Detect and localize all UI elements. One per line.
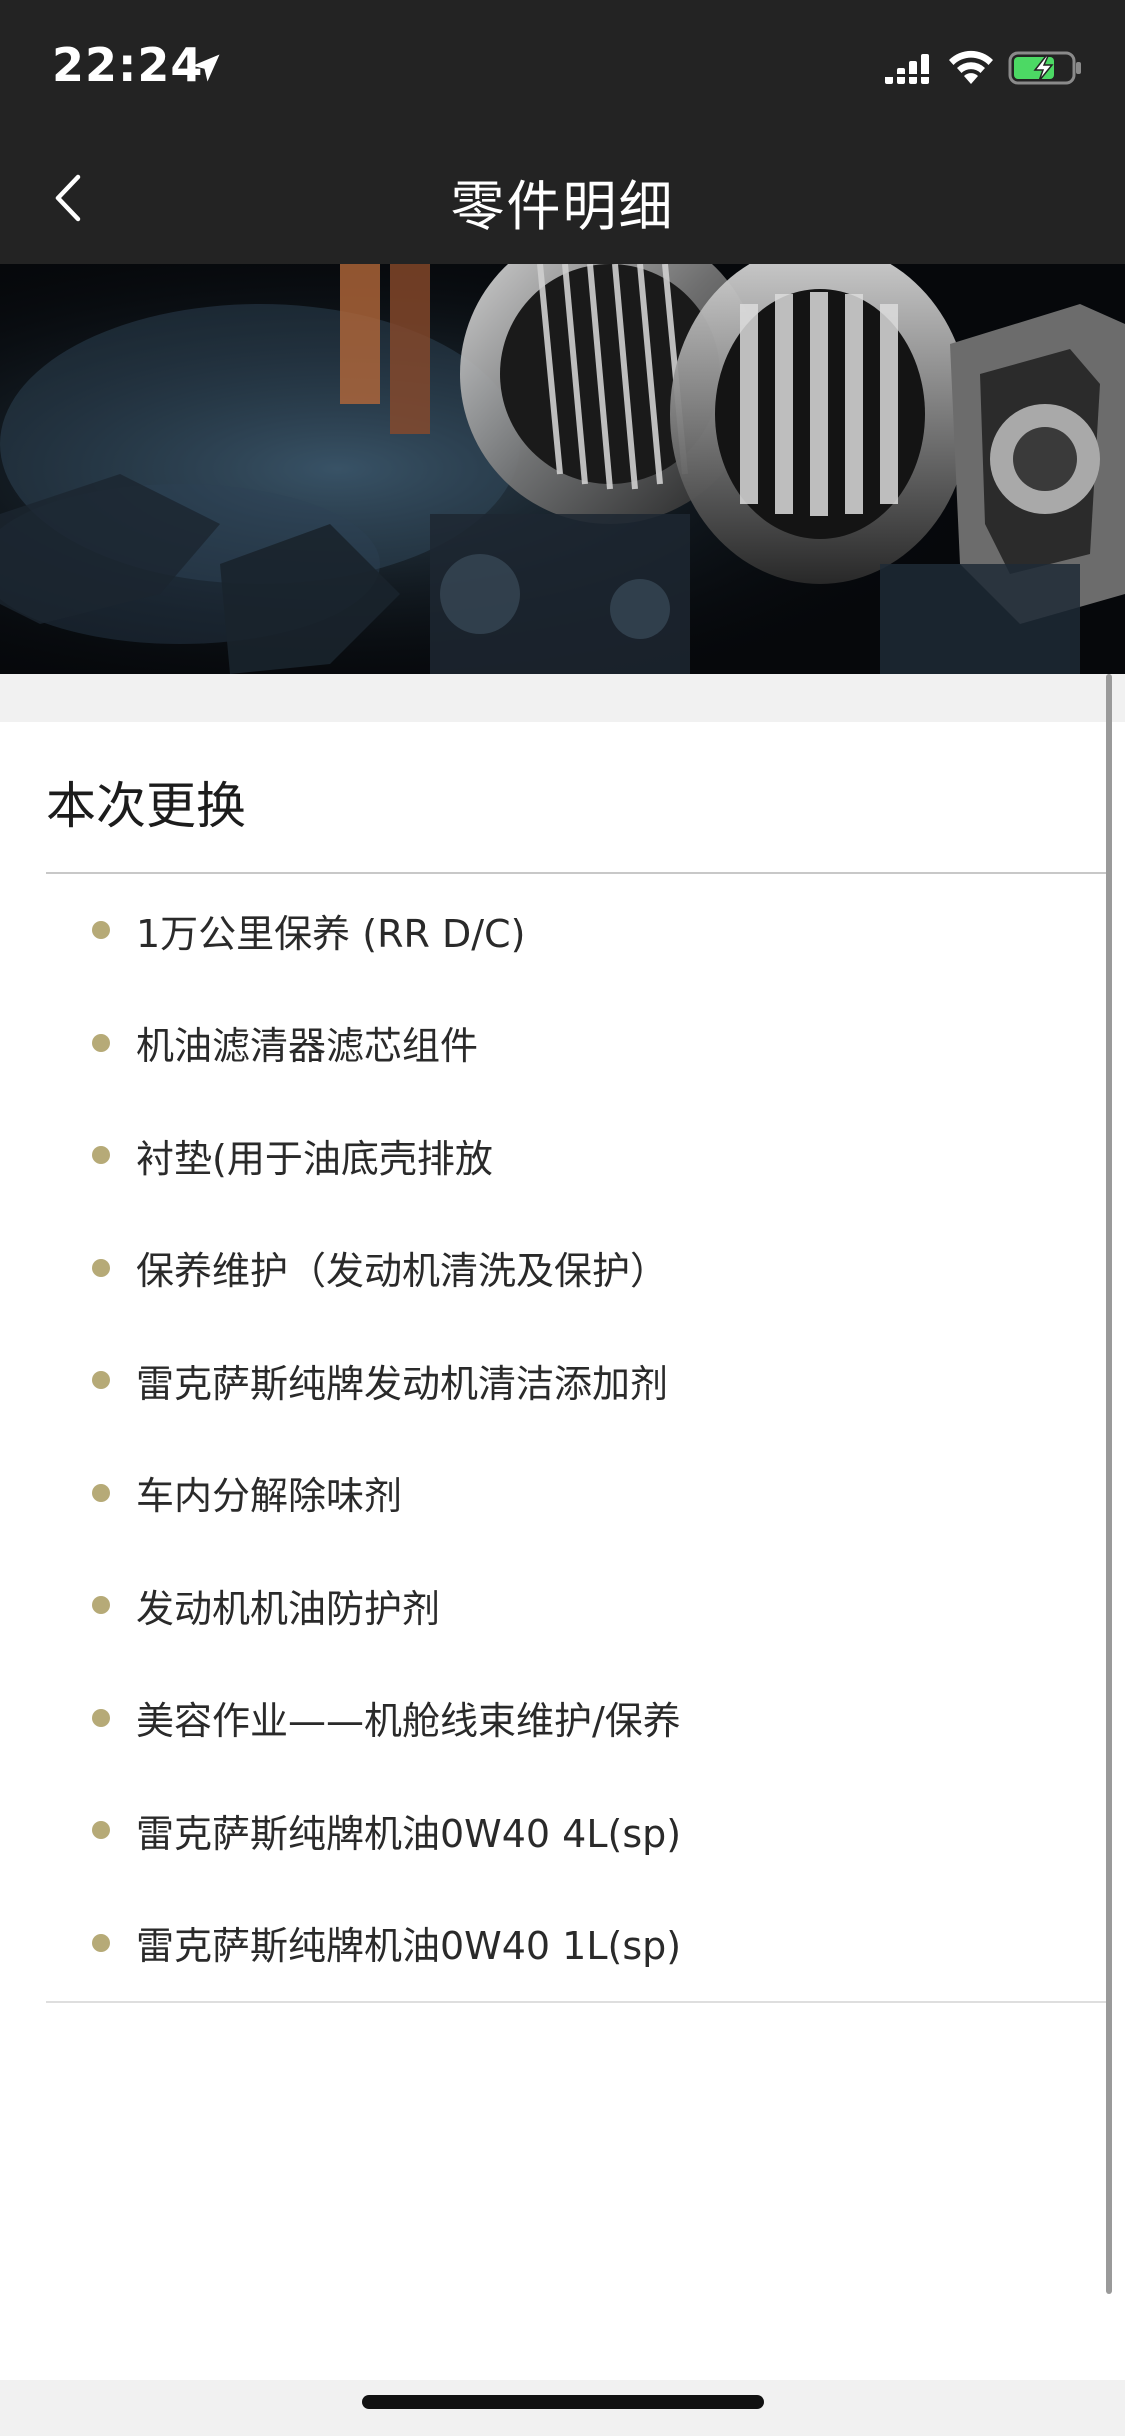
list-item: 车内分解除味剂 — [46, 1437, 1108, 1550]
part-name: 雷克萨斯纯牌机油0W40 4L(sp) — [136, 1811, 682, 1856]
part-name: 美容作业——机舱线束维护/保养 — [136, 1699, 681, 1744]
bullet-dot — [92, 1821, 110, 1840]
list-item: 保养维护（发动机清洗及保护） — [46, 1212, 1108, 1325]
part-name: 发动机机油防护剂 — [136, 1586, 441, 1631]
list-item: 发动机机油防护剂 — [46, 1549, 1108, 1662]
part-name: 衬垫(用于油底壳排放 — [136, 1136, 493, 1181]
bullet-dot — [92, 921, 110, 940]
location-arrow-icon — [192, 54, 220, 82]
hero-image — [0, 264, 1125, 674]
battery-charging-icon — [1008, 51, 1081, 85]
list-item: 1万公里保养 (RR D/C) — [46, 874, 1108, 987]
bullet-dot — [92, 1033, 110, 1052]
home-indicator[interactable] — [362, 2395, 764, 2409]
list-item: 衬垫(用于油底壳排放 — [46, 1099, 1108, 1212]
bullet-dot — [92, 1708, 110, 1727]
list-item: 雷克萨斯纯牌发动机清洁添加剂 — [46, 1324, 1108, 1437]
screen: 22:24 零件明细 本次更换 1万公里保养 (RR D/C) 机油滤清器滤芯组… — [0, 0, 1125, 2436]
section-title: 本次更换 — [46, 777, 246, 835]
part-name: 雷克萨斯纯牌机油0W40 1L(sp) — [136, 1924, 682, 1969]
scrollbar[interactable] — [1106, 674, 1112, 2294]
part-name: 机油滤清器滤芯组件 — [136, 1024, 479, 1069]
cellular-signal-icon — [885, 54, 929, 84]
list-item: 雷克萨斯纯牌机油0W40 4L(sp) — [46, 1774, 1108, 1887]
parts-card: 本次更换 1万公里保养 (RR D/C) 机油滤清器滤芯组件 衬垫(用于油底壳排… — [0, 722, 1108, 2380]
divider — [46, 2001, 1108, 2003]
nav-bar: 零件明细 — [0, 132, 1125, 264]
bullet-dot — [92, 1483, 110, 1502]
section-separator — [0, 674, 1125, 722]
part-name: 保养维护（发动机清洗及保护） — [136, 1249, 669, 1294]
wifi-icon — [949, 50, 993, 84]
page-title: 零件明细 — [450, 175, 675, 238]
bullet-dot — [92, 1258, 110, 1277]
part-name: 车内分解除味剂 — [136, 1474, 403, 1519]
status-bar: 22:24 — [0, 0, 1125, 132]
parts-list: 1万公里保养 (RR D/C) 机油滤清器滤芯组件 衬垫(用于油底壳排放 保养维… — [46, 874, 1108, 1999]
status-time: 22:24 — [52, 38, 204, 92]
list-item: 雷克萨斯纯牌机油0W40 1L(sp) — [46, 1887, 1108, 2000]
bullet-dot — [92, 1146, 110, 1165]
part-name: 雷克萨斯纯牌发动机清洁添加剂 — [136, 1361, 669, 1406]
bullet-dot — [92, 1596, 110, 1615]
bullet-dot — [92, 1371, 110, 1390]
list-item: 美容作业——机舱线束维护/保养 — [46, 1662, 1108, 1775]
part-name: 1万公里保养 (RR D/C) — [136, 911, 526, 956]
list-item: 机油滤清器滤芯组件 — [46, 987, 1108, 1100]
bullet-dot — [92, 1933, 110, 1952]
